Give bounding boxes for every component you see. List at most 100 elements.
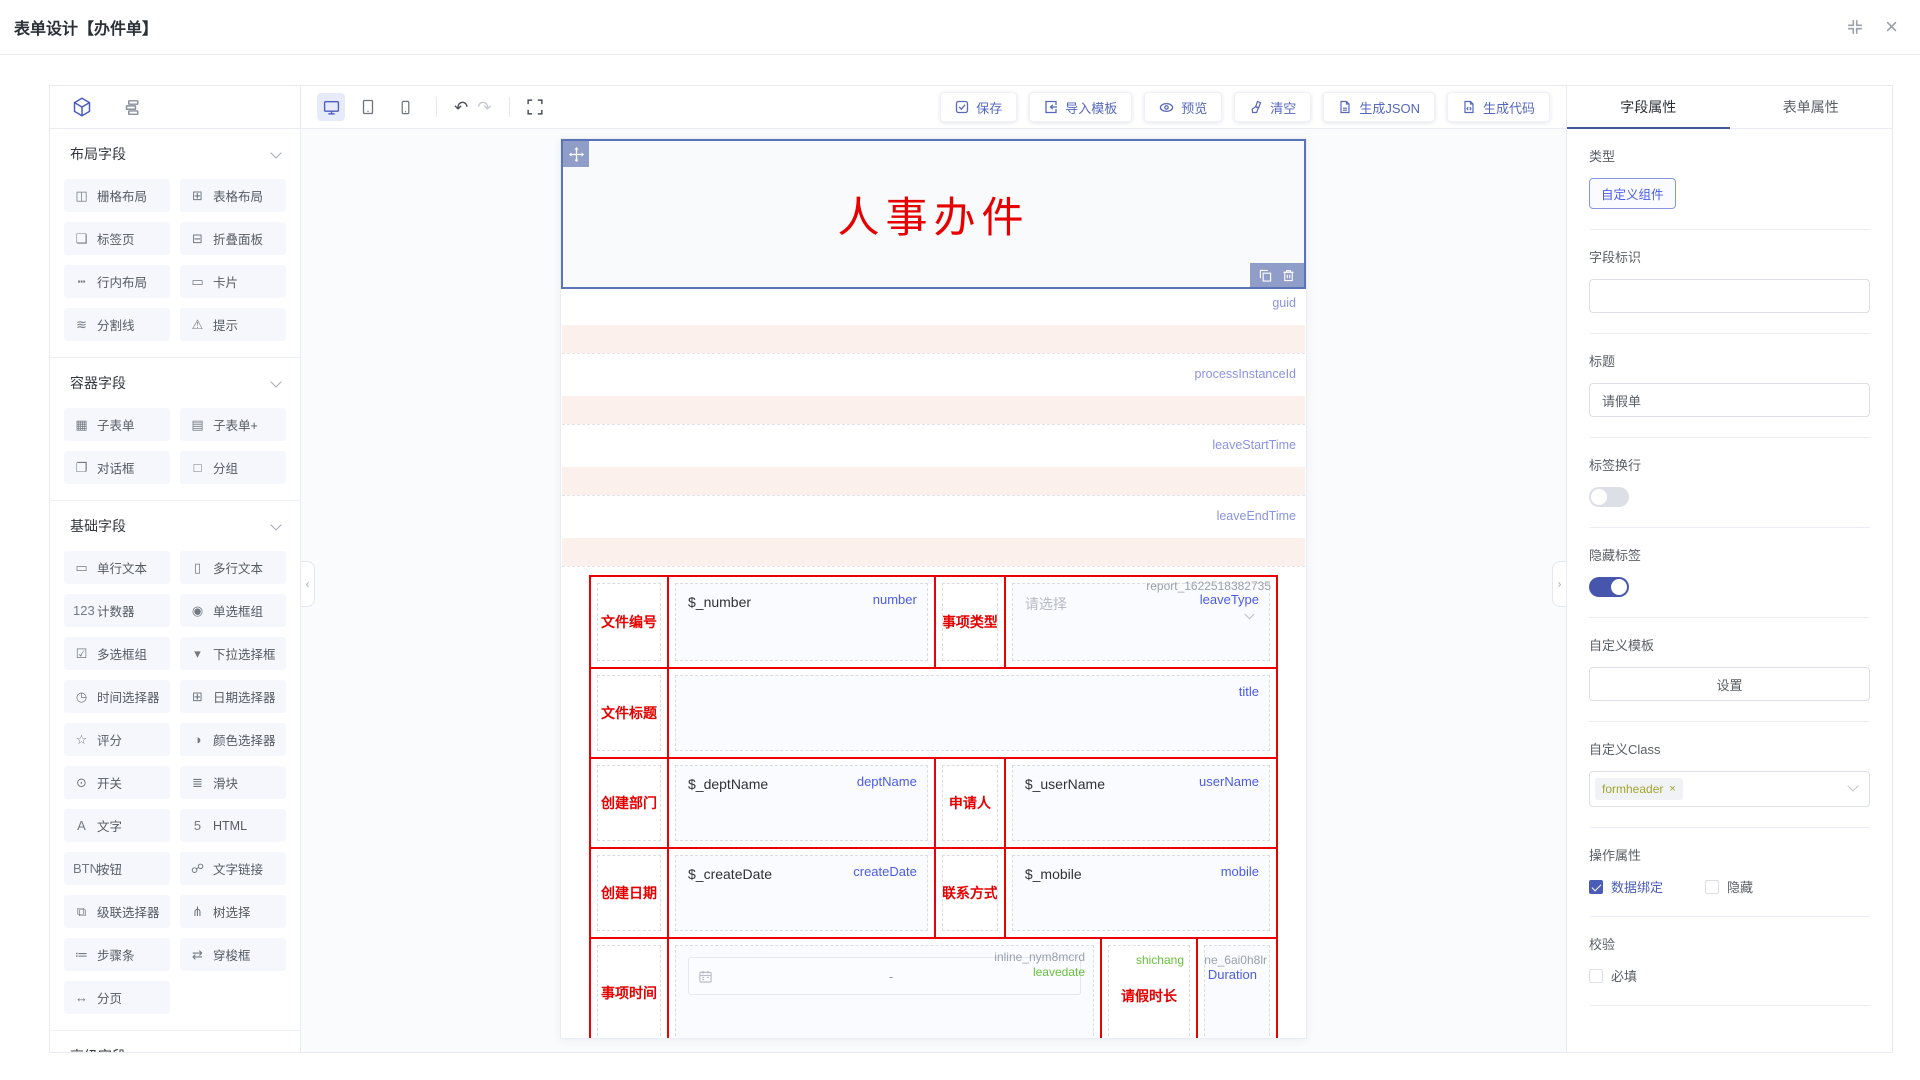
binding-tag: leaveType bbox=[1200, 592, 1259, 607]
tab-field-properties[interactable]: 字段属性 bbox=[1567, 86, 1730, 128]
label-cell[interactable]: 事项时间 bbox=[591, 939, 667, 1039]
form-designer: 布局字段 ◫ 栅格布局 ⊞ 表格布局 bbox=[49, 85, 1893, 1053]
field-id-input[interactable] bbox=[1589, 279, 1870, 313]
palette-item[interactable]: A 文字 bbox=[64, 809, 170, 842]
label-cell[interactable]: 文件标题 bbox=[591, 669, 667, 757]
palette-item[interactable]: ▤ 子表单+ bbox=[180, 408, 286, 441]
palette-item[interactable]: ≋ 分割线 bbox=[64, 308, 170, 341]
palette-item[interactable]: ◫ 栅格布局 bbox=[64, 179, 170, 212]
remove-tag-icon[interactable]: × bbox=[1669, 783, 1675, 795]
outline-view-icon[interactable] bbox=[122, 98, 140, 116]
palette-item[interactable]: ❏ 标签页 bbox=[64, 222, 170, 255]
hidden-field-component[interactable]: leaveEndTime bbox=[562, 502, 1305, 567]
label-cell[interactable]: 文件编号 bbox=[591, 577, 667, 667]
preview-button[interactable]: 预览 bbox=[1144, 92, 1222, 122]
close-icon[interactable]: × bbox=[1885, 16, 1898, 38]
palette-item[interactable]: 5 HTML bbox=[180, 809, 286, 842]
move-icon[interactable] bbox=[563, 141, 589, 167]
import-template-button[interactable]: 导入模板 bbox=[1029, 92, 1132, 122]
table-layout-component[interactable]: report_1622518382735 文件编号 $_number numbe… bbox=[589, 575, 1278, 1039]
custom-class-select[interactable]: formheader × bbox=[1589, 771, 1870, 807]
collapse-right-panel-handle[interactable]: › bbox=[1552, 561, 1566, 607]
save-button[interactable]: 保存 bbox=[940, 92, 1017, 122]
palette-item[interactable]: ⊞ 日期选择器 bbox=[180, 680, 286, 713]
compress-icon[interactable] bbox=[1847, 19, 1863, 35]
palette-item[interactable]: ┅ 行内布局 bbox=[64, 265, 170, 298]
hide-label-toggle[interactable] bbox=[1589, 577, 1629, 597]
binding-tag: createDate bbox=[853, 864, 917, 879]
design-canvas[interactable]: ‹ › 人事办件 bbox=[301, 129, 1566, 1052]
palette-item[interactable]: ↔ 分页 bbox=[64, 981, 170, 1014]
collapse-left-panel-handle[interactable]: ‹ bbox=[301, 561, 315, 607]
form-header-component-selected[interactable]: 人事办件 bbox=[561, 139, 1306, 289]
label-cell[interactable]: 创建日期 bbox=[591, 849, 667, 937]
phone-view-button[interactable] bbox=[391, 93, 419, 121]
palette-item[interactable]: ☍ 文字链接 bbox=[180, 852, 286, 885]
palette-item[interactable]: ▭ 单行文本 bbox=[64, 551, 170, 584]
field-type-icon: ❐ bbox=[73, 460, 90, 476]
field-cell-daterange[interactable]: inline_nym8mcrd leavedate - bbox=[667, 939, 1100, 1039]
clear-button[interactable]: 清空 bbox=[1234, 92, 1311, 122]
field-cell-createdate[interactable]: $_createDate createDate bbox=[667, 849, 934, 937]
tablet-view-button[interactable] bbox=[354, 93, 382, 121]
palette-item[interactable]: ▯ 多行文本 bbox=[180, 551, 286, 584]
label-wrap-toggle[interactable] bbox=[1589, 487, 1629, 507]
section-header-basic[interactable]: 基础字段 bbox=[50, 501, 300, 549]
palette-item[interactable]: ◉ 单选框组 bbox=[180, 594, 286, 627]
label-cell-duration[interactable]: shichang 请假时长 bbox=[1100, 939, 1196, 1039]
window-titlebar: 表单设计【办件单】 × bbox=[0, 0, 1920, 55]
generate-code-button[interactable]: 生成代码 bbox=[1447, 92, 1550, 122]
desktop-view-button[interactable] bbox=[317, 93, 345, 121]
undo-icon[interactable]: ↶ bbox=[454, 99, 468, 116]
label-cell[interactable]: 联系方式 bbox=[934, 849, 1004, 937]
hidden-checkbox[interactable]: 隐藏 bbox=[1705, 877, 1753, 896]
binding-tag: Duration bbox=[1208, 967, 1257, 982]
palette-item[interactable]: ⋔ 树选择 bbox=[180, 895, 286, 928]
delete-icon[interactable] bbox=[1282, 269, 1295, 282]
tab-form-properties[interactable]: 表单属性 bbox=[1730, 86, 1893, 128]
section-header-layout[interactable]: 布局字段 bbox=[50, 129, 300, 177]
palette-item[interactable]: BTN 按钮 bbox=[64, 852, 170, 885]
label-cell[interactable]: 申请人 bbox=[934, 759, 1004, 847]
field-cell-duration[interactable]: ine_6ai0h8lr Duration bbox=[1196, 939, 1276, 1039]
palette-item[interactable]: ⇄ 穿梭框 bbox=[180, 938, 286, 971]
palette-item[interactable]: ◷ 时间选择器 bbox=[64, 680, 170, 713]
section-header-container[interactable]: 容器字段 bbox=[50, 358, 300, 406]
field-cell-deptname[interactable]: $_deptName deptName bbox=[667, 759, 934, 847]
field-cell-title[interactable]: title bbox=[667, 669, 1276, 757]
palette-item[interactable]: ≣ 滑块 bbox=[180, 766, 286, 799]
field-cell-username[interactable]: $_userName userName bbox=[1004, 759, 1276, 847]
palette-item[interactable]: 123 计数器 bbox=[64, 594, 170, 627]
palette-item[interactable]: ▾ 下拉选择框 bbox=[180, 637, 286, 670]
hidden-field-component[interactable]: guid bbox=[562, 289, 1305, 354]
redo-icon[interactable]: ↷ bbox=[477, 99, 491, 116]
palette-item[interactable]: ☆ 评分 bbox=[64, 723, 170, 756]
palette-item[interactable]: ⊙ 开关 bbox=[64, 766, 170, 799]
palette-item[interactable]: ⧉ 级联选择器 bbox=[64, 895, 170, 928]
palette-item[interactable]: ☑ 多选框组 bbox=[64, 637, 170, 670]
palette-item[interactable]: □ 分组 bbox=[180, 451, 286, 484]
palette-item[interactable]: ❐ 对话框 bbox=[64, 451, 170, 484]
generate-json-button[interactable]: 生成JSON bbox=[1323, 92, 1435, 122]
palette-item[interactable]: ◑ 颜色选择器 bbox=[180, 723, 286, 756]
components-view-icon[interactable] bbox=[72, 97, 92, 117]
hidden-field-component[interactable]: leaveStartTime bbox=[562, 431, 1305, 496]
label-cell[interactable]: 创建部门 bbox=[591, 759, 667, 847]
title-input[interactable] bbox=[1589, 383, 1870, 417]
palette-item[interactable]: ▦ 子表单 bbox=[64, 408, 170, 441]
section-header-advanced[interactable]: 高级字段 bbox=[50, 1031, 300, 1052]
label-cell[interactable]: 事项类型 bbox=[934, 577, 1004, 667]
required-checkbox[interactable]: 必填 bbox=[1589, 966, 1870, 985]
hidden-field-component[interactable]: processInstanceId bbox=[562, 360, 1305, 425]
palette-item[interactable]: ▭ 卡片 bbox=[180, 265, 286, 298]
field-cell-number[interactable]: $_number number bbox=[667, 577, 934, 667]
palette-item[interactable]: ⚠ 提示 bbox=[180, 308, 286, 341]
template-settings-button[interactable]: 设置 bbox=[1589, 667, 1870, 701]
field-cell-mobile[interactable]: $_mobile mobile bbox=[1004, 849, 1276, 937]
data-binding-checkbox[interactable]: 数据绑定 bbox=[1589, 877, 1663, 896]
fullscreen-icon[interactable] bbox=[527, 99, 543, 115]
copy-icon[interactable] bbox=[1259, 269, 1272, 282]
palette-item[interactable]: ⊟ 折叠面板 bbox=[180, 222, 286, 255]
palette-item[interactable]: ≔ 步骤条 bbox=[64, 938, 170, 971]
palette-item[interactable]: ⊞ 表格布局 bbox=[180, 179, 286, 212]
